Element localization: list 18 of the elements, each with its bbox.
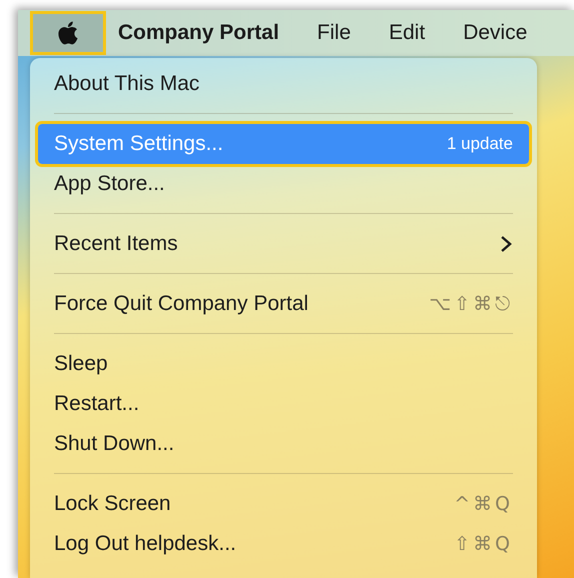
apple-menu-button[interactable] [30, 11, 106, 55]
keyboard-shortcut: ⌥⇧⌘⎋ [429, 293, 513, 315]
menu-item[interactable]: Log Out helpdesk... ⇧⌘Q [38, 524, 529, 564]
menu-item[interactable]: Force Quit Company Portal ⌥⇧⌘⎋ [38, 284, 529, 324]
menu-bar-item[interactable]: File [317, 21, 351, 45]
keyboard-shortcut: ^⌘Q [454, 493, 513, 515]
menu-item[interactable]: Shut Down... [38, 424, 529, 464]
menu-item[interactable]: Recent Items [38, 224, 529, 264]
keyboard-shortcut: ⇧⌘Q [454, 533, 513, 555]
update-count: 1 update [446, 134, 513, 154]
menu-bar-item[interactable]: Company Portal [118, 21, 280, 45]
menu-item[interactable]: Sleep [38, 344, 529, 384]
menu-bar-item[interactable]: Device [463, 21, 528, 45]
menu-item[interactable]: Lock Screen ^⌘Q [38, 484, 529, 524]
menu-bar-item[interactable]: Edit [388, 21, 426, 45]
menu-item[interactable]: App Store... [38, 164, 529, 204]
menu-item[interactable]: Restart... [38, 384, 529, 424]
menu-item[interactable]: About This Mac [38, 64, 529, 104]
